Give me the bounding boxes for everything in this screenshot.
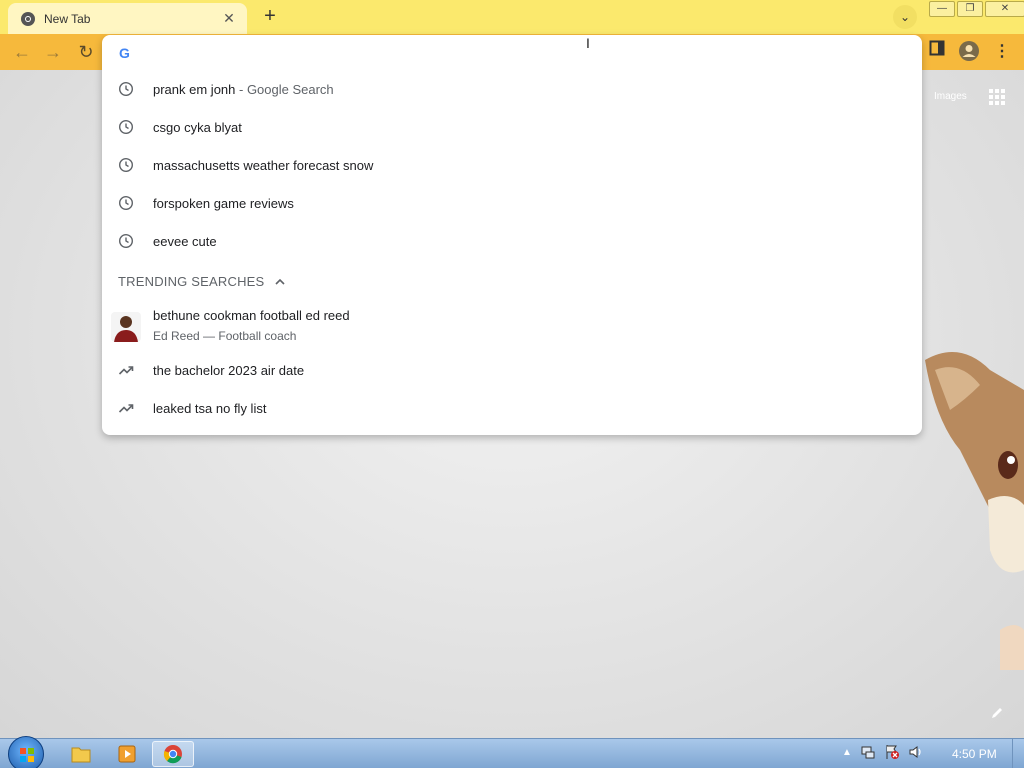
tab-new-tab[interactable]: New Tab ✕ bbox=[8, 3, 247, 34]
tab-close-icon[interactable]: ✕ bbox=[221, 10, 237, 27]
suggestion-text: massachusetts weather forecast snow bbox=[153, 157, 374, 173]
tab-strip: New Tab ✕ + ⌄ — ❐ ✕ bbox=[0, 0, 1024, 34]
suggestion-text: forspoken game reviews bbox=[153, 195, 294, 211]
tray-expand-icon[interactable]: ▲ bbox=[842, 747, 852, 758]
trending-suggestion[interactable]: the bachelor 2023 air date bbox=[102, 351, 922, 389]
suggestion-text: leaked tsa no fly list bbox=[153, 400, 267, 416]
media-player-icon bbox=[118, 745, 136, 763]
start-button[interactable] bbox=[8, 736, 44, 768]
trending-arrow-icon bbox=[118, 404, 134, 413]
profile-avatar-icon[interactable] bbox=[957, 40, 981, 64]
folder-icon bbox=[71, 747, 91, 763]
history-suggestion[interactable]: eevee cute bbox=[102, 222, 922, 260]
clock-history-icon bbox=[118, 81, 134, 97]
windows-logo-icon bbox=[20, 748, 34, 762]
windows-taskbar: ▲ 4:50 PM bbox=[0, 736, 1024, 768]
maximize-button[interactable]: ❐ bbox=[957, 1, 983, 17]
close-window-button[interactable]: ✕ bbox=[985, 1, 1024, 17]
history-suggestion[interactable]: massachusetts weather forecast snow bbox=[102, 146, 922, 184]
clock-history-icon bbox=[118, 195, 134, 211]
back-arrow-icon[interactable]: ← bbox=[10, 40, 34, 64]
omnibox-dropdown: G I prank em jonh - Google Search csgo c… bbox=[102, 35, 922, 435]
system-tray: ▲ bbox=[842, 744, 924, 760]
chevron-up-icon bbox=[275, 278, 285, 285]
suggestion-text: eevee cute bbox=[153, 233, 217, 249]
taskbar-chrome[interactable] bbox=[152, 741, 194, 767]
volume-icon[interactable] bbox=[908, 744, 924, 760]
trending-arrow-icon bbox=[118, 366, 134, 375]
side-panel-icon[interactable] bbox=[925, 40, 949, 64]
trending-searches-header[interactable]: TRENDING SEARCHES bbox=[118, 274, 286, 289]
action-center-flag-icon[interactable] bbox=[884, 744, 900, 760]
minimize-button[interactable]: — bbox=[929, 1, 955, 17]
entity-thumbnail-image bbox=[111, 312, 141, 342]
taskbar-clock[interactable]: 4:50 PM bbox=[952, 747, 997, 761]
eevee-wallpaper-image bbox=[925, 352, 1024, 670]
window-controls: — ❐ ✕ bbox=[927, 1, 1024, 17]
images-link[interactable]: Images bbox=[934, 91, 967, 102]
trending-entity-suggestion[interactable]: bethune cookman football ed reed Ed Reed… bbox=[102, 301, 922, 351]
entity-title: bethune cookman football ed reed bbox=[153, 308, 350, 323]
trending-suggestion[interactable]: leaked tsa no fly list bbox=[102, 389, 922, 427]
taskbar-explorer[interactable] bbox=[60, 741, 102, 767]
suggestion-text: csgo cyka blyat bbox=[153, 119, 242, 135]
history-suggestion[interactable]: forspoken game reviews bbox=[102, 184, 922, 222]
history-suggestion[interactable]: csgo cyka blyat bbox=[102, 108, 922, 146]
trending-header-label: TRENDING SEARCHES bbox=[118, 274, 265, 289]
google-g-icon: G bbox=[119, 45, 130, 61]
clock-history-icon bbox=[118, 157, 134, 173]
menu-kebab-icon[interactable]: ⋮ bbox=[990, 40, 1014, 64]
history-suggestion[interactable]: prank em jonh - Google Search bbox=[102, 70, 922, 108]
reload-icon[interactable]: ↻ bbox=[74, 40, 98, 64]
clock-history-icon bbox=[118, 119, 134, 135]
tab-title: New Tab bbox=[44, 11, 91, 26]
text-cursor-icon: I bbox=[586, 35, 590, 51]
chrome-icon bbox=[163, 745, 182, 764]
taskbar-media-player[interactable] bbox=[106, 741, 148, 767]
suggestion-text: prank em jonh - Google Search bbox=[153, 81, 334, 97]
google-apps-icon[interactable] bbox=[989, 89, 1005, 105]
entity-subtitle: Ed Reed — Football coach bbox=[153, 329, 297, 343]
network-icon[interactable] bbox=[860, 744, 876, 760]
clock-history-icon bbox=[118, 233, 134, 249]
show-desktop-button[interactable] bbox=[1012, 739, 1024, 768]
omnibox-input[interactable] bbox=[146, 40, 906, 64]
customize-pencil-icon[interactable] bbox=[990, 706, 1004, 720]
suggestion-text: the bachelor 2023 air date bbox=[153, 362, 305, 378]
new-tab-button[interactable]: + bbox=[257, 5, 283, 29]
chrome-favicon-icon bbox=[21, 11, 35, 26]
forward-arrow-icon[interactable]: → bbox=[41, 40, 65, 64]
tab-search-button[interactable]: ⌄ bbox=[893, 5, 917, 29]
omnibox-input-row: G I bbox=[102, 35, 922, 69]
